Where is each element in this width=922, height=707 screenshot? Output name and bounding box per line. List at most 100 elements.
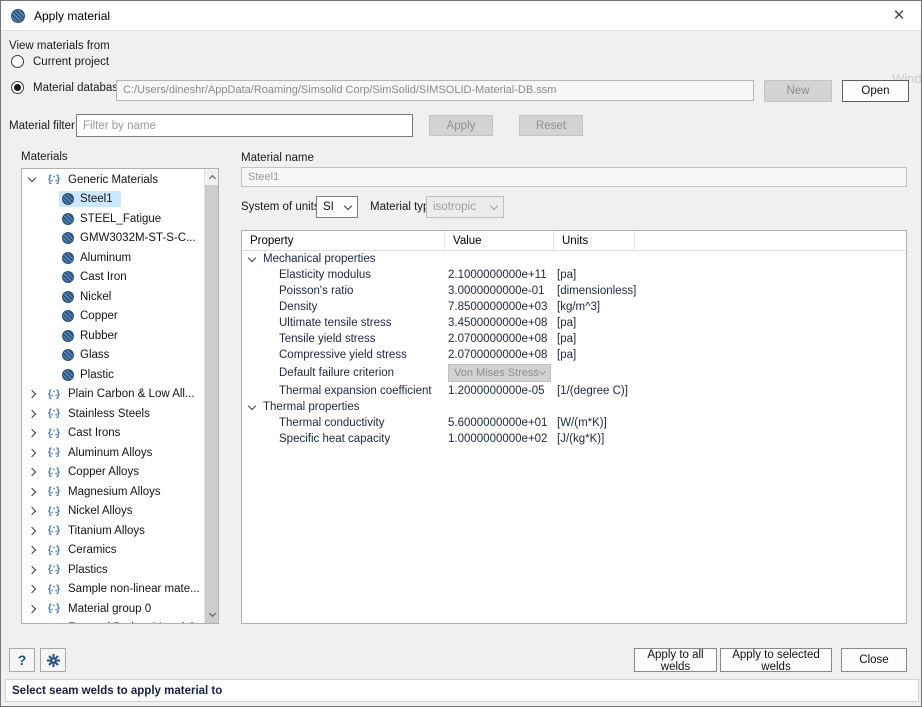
close-icon[interactable]: ✕	[883, 4, 915, 28]
failure-criterion-value: Von Mises Stress	[454, 367, 539, 379]
chevron-right-icon[interactable]	[28, 468, 36, 476]
radio-current-project[interactable]: Current project	[11, 55, 109, 68]
chevron-right-icon[interactable]	[28, 546, 36, 554]
failure-criterion-select: Von Mises Stress	[448, 364, 551, 382]
tree-group-plain-carbon-low-all[interactable]: {∴}Plain Carbon & Low All...	[22, 385, 203, 405]
system-of-units-value: SI	[323, 201, 334, 213]
property-row-thermal-properties: Thermal properties	[242, 399, 906, 415]
column-header-property[interactable]: Property	[242, 231, 445, 250]
property-units: [pa]	[554, 269, 906, 281]
column-header-value[interactable]: Value	[445, 231, 554, 250]
open-database-button[interactable]: Open	[842, 80, 909, 102]
property-name: Tensile yield stress	[242, 333, 445, 345]
property-row-elasticity-modulus: Elasticity modulus2.1000000000e+11[pa]	[242, 267, 906, 283]
tree-row-inner: {∴}Cast Irons	[42, 425, 128, 441]
database-path-field[interactable]: C:/Users/dineshr/AppData/Roaming/Simsoli…	[116, 80, 754, 101]
tree-row-inner: {∴}Stainless Steels	[42, 406, 158, 422]
column-header-units[interactable]: Units	[554, 231, 635, 250]
tree-group-magnesium-alloys[interactable]: {∴}Magnesium Alloys	[22, 482, 203, 502]
tree-group-material-group-0[interactable]: {∴}Material group 0	[22, 599, 203, 619]
tree-group-cast-irons[interactable]: {∴}Cast Irons	[22, 424, 203, 444]
chevron-right-icon[interactable]	[28, 410, 36, 418]
properties-table-body: Mechanical propertiesElasticity modulus2…	[242, 251, 906, 447]
property-row-default-failure-criterion[interactable]: Default failure criterion Von Mises Stres…	[242, 363, 906, 383]
tree-row-inner: Glass	[59, 347, 117, 363]
chevron-down-icon[interactable]	[248, 253, 256, 261]
chevron-right-icon[interactable]	[28, 390, 36, 398]
tree-item-aluminum[interactable]: Aluminum	[22, 248, 203, 268]
radio-material-database[interactable]: Material database	[11, 81, 124, 94]
material-filter-input[interactable]	[76, 114, 413, 137]
chevron-right-icon[interactable]	[28, 429, 36, 437]
tree-item-steel1[interactable]: Steel1	[22, 190, 203, 210]
tree-group-ceramics[interactable]: {∴}Ceramics	[22, 541, 203, 561]
tree-item-cast-iron[interactable]: Cast Iron	[22, 268, 203, 288]
radio-material-database-label: Material database	[33, 82, 124, 94]
tree-item-nickel[interactable]: Nickel	[22, 287, 203, 307]
tree-group-generic-materials[interactable]: {∴}Generic Materials	[22, 170, 203, 190]
title-bar: Apply material	[1, 1, 921, 31]
scroll-up-icon[interactable]	[205, 169, 219, 185]
materials-label: Materials	[21, 151, 68, 163]
chevron-down-icon	[344, 201, 352, 209]
chevron-down-icon[interactable]	[28, 174, 36, 182]
chevron-down-icon[interactable]	[248, 401, 256, 409]
tree-item-plastic[interactable]: Plastic	[22, 365, 203, 385]
tree-row-inner: {∴}Magnesium Alloys	[42, 484, 169, 500]
system-of-units-select[interactable]: SI	[316, 196, 358, 218]
scroll-down-icon[interactable]	[205, 607, 219, 623]
chevron-right-icon[interactable]	[28, 566, 36, 574]
new-database-button[interactable]: New	[764, 80, 832, 102]
tree-group-copper-alloys[interactable]: {∴}Copper Alloys	[22, 463, 203, 483]
tree-group-aluminum-alloys[interactable]: {∴}Aluminum Alloys	[22, 443, 203, 463]
tree-group-plastics[interactable]: {∴}Plastics	[22, 560, 203, 580]
material-icon	[62, 330, 74, 342]
chevron-right-icon[interactable]	[28, 585, 36, 593]
tree-item-label: Stainless Steels	[68, 408, 150, 420]
property-name-label: Poisson's ratio	[279, 285, 353, 297]
material-group-icon: {∴}	[45, 174, 62, 185]
property-row-specific-heat-capacity: Specific heat capacity1.0000000000e+02[J…	[242, 431, 906, 447]
tree-item-copper[interactable]: Copper	[22, 307, 203, 327]
tree-item-label: GMW3032M-ST-S-C...	[80, 232, 196, 244]
chevron-right-icon[interactable]	[28, 488, 36, 496]
tree-item-label: Magnesium Alloys	[68, 486, 161, 498]
chevron-right-icon[interactable]	[28, 507, 36, 515]
close-button[interactable]: Close	[841, 648, 907, 672]
help-button[interactable]: ?	[9, 648, 35, 672]
property-row-poisson-s-ratio: Poisson's ratio3.0000000000e-01[dimensio…	[242, 283, 906, 299]
tree-item-steel-fatigue[interactable]: STEEL_Fatigue	[22, 209, 203, 229]
tree-item-label: Rubber	[80, 330, 118, 342]
apply-to-selected-welds-button[interactable]: Apply to selected welds	[720, 648, 832, 672]
chevron-right-icon[interactable]	[28, 527, 36, 535]
tree-item-gmw3032m-st-s-c[interactable]: GMW3032M-ST-S-C...	[22, 229, 203, 249]
filter-apply-button[interactable]: Apply	[429, 115, 493, 136]
radio-circle	[11, 81, 24, 94]
property-units: [1/(degree C)]	[554, 385, 906, 397]
chevron-right-icon[interactable]	[28, 449, 36, 457]
material-type-value: isotropic	[433, 201, 476, 213]
property-name-label: Thermal conductivity	[279, 417, 384, 429]
tree-group-nickel-alloys[interactable]: {∴}Nickel Alloys	[22, 502, 203, 522]
property-value: 3.0000000000e-01	[445, 285, 554, 297]
tree-scrollbar[interactable]	[204, 169, 218, 623]
property-name: Elasticity modulus	[242, 269, 445, 281]
tree-group-titanium-alloys[interactable]: {∴}Titanium Alloys	[22, 521, 203, 541]
apply-to-all-welds-button[interactable]: Apply to all welds	[634, 648, 717, 672]
material-icon	[11, 9, 25, 23]
help-icon: ?	[18, 652, 27, 668]
property-row-compressive-yield-stress: Compressive yield stress2.0700000000e+08…	[242, 347, 906, 363]
tree-group-sample-non-linear-mate[interactable]: {∴}Sample non-linear mate...	[22, 580, 203, 600]
filter-reset-button[interactable]: Reset	[519, 115, 583, 136]
settings-button[interactable]	[40, 648, 66, 672]
material-icon	[62, 213, 74, 225]
tree-group-stainless-steels[interactable]: {∴}Stainless Steels	[22, 404, 203, 424]
status-bar: Select seam welds to apply material to	[5, 679, 919, 702]
chevron-right-icon[interactable]	[28, 605, 36, 613]
tree-item-rubber[interactable]: Rubber	[22, 326, 203, 346]
property-name: Default failure criterion	[242, 367, 445, 379]
tree-group-external-project-materials[interactable]: {∴}External Project Materials	[22, 619, 203, 625]
tree-item-label: Glass	[80, 349, 109, 361]
property-name: Density	[242, 301, 445, 313]
tree-item-glass[interactable]: Glass	[22, 346, 203, 366]
